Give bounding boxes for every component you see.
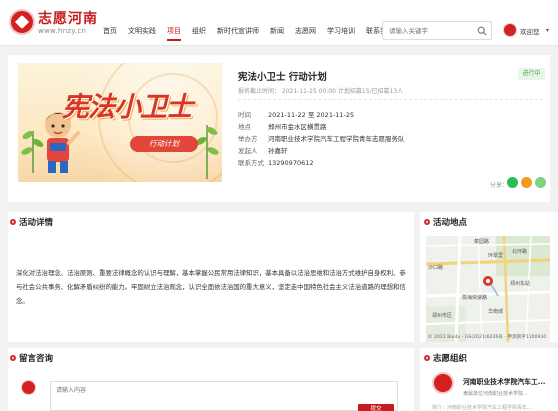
organization-desc: 隶属单位河南职业技术学院... <box>463 391 528 397</box>
location-heading: 活动地点 <box>433 218 468 228</box>
info-row-initiator: 发起人 孙嘉轩 <box>238 147 288 155</box>
search-input[interactable] <box>383 22 475 39</box>
nav-item-volunteer-net[interactable]: 志愿网 <box>295 24 316 38</box>
info-row-location: 地点 郑州市金水区横贯路 <box>238 123 327 131</box>
weibo-share-icon[interactable] <box>521 177 532 188</box>
details-heading: 活动详情 <box>19 218 54 228</box>
section-bullet-icon <box>10 219 16 225</box>
comment-box <box>50 381 398 411</box>
nav-item-training[interactable]: 学习培训 <box>327 24 355 38</box>
info-row-host: 举办方 河南职业技术学院汽车工程学院青年志愿服务队 <box>238 135 405 143</box>
welcome-text[interactable]: 欢迎您 <box>520 26 540 36</box>
main-nav: 首页 文明实践 项目 组织 新时代宣讲师 新闻 志愿网 学习培训 联系我们 <box>103 24 405 41</box>
site-title[interactable]: 志愿河南 <box>38 8 98 28</box>
nav-item-organizations[interactable]: 组织 <box>192 24 206 38</box>
organization-extra: 简介：河南职业技术学院汽车工程学院青年... <box>432 405 532 411</box>
organization-name[interactable]: 河南职业技术学院汽车工... <box>463 376 549 386</box>
search-icon[interactable] <box>477 26 487 36</box>
info-row-time: 时间 2021-11-22 至 2021-11-25 <box>238 111 355 119</box>
info-row-contact: 联系方式 13290970612 <box>238 159 314 167</box>
site-header: 志愿河南 www.hnzy.cn 首页 文明实践 项目 组织 新时代宣讲师 新闻… <box>0 0 558 46</box>
nav-item-civilization[interactable]: 文明实践 <box>128 24 156 38</box>
user-avatar <box>21 380 36 395</box>
section-bullet-icon <box>424 355 430 361</box>
nav-item-home[interactable]: 首页 <box>103 24 117 38</box>
nav-item-projects[interactable]: 项目 <box>167 24 181 41</box>
project-title: 宪法小卫士 行动计划 <box>238 72 327 83</box>
poster-title: 宪法小卫士 <box>62 92 193 123</box>
poster-subtitle: 行动计划 <box>130 136 198 152</box>
chevron-down-icon[interactable]: ▾ <box>546 27 549 34</box>
location-map[interactable]: 菜园路 环翠里 沙口路 陇海快速路 郑州东站 郑州市区 华南城 北环路 <box>426 236 550 342</box>
comment-input[interactable] <box>51 382 397 410</box>
wechat-share-icon[interactable] <box>507 177 518 188</box>
organization-logo-icon[interactable] <box>432 372 454 394</box>
status-badge: 进行中 <box>518 68 545 80</box>
search-box <box>382 21 492 40</box>
share-label: 分享： <box>490 182 509 189</box>
plant-icon <box>195 125 219 179</box>
organization-heading: 志愿组织 <box>433 354 468 364</box>
nav-item-lecturers[interactable]: 新时代宣讲师 <box>217 24 259 38</box>
project-poster: 宪法小卫士 行动计划 <box>18 63 222 182</box>
details-text: 深化对法治理念、法治原则、重要法律概念的认识与理解，基本掌握公民常用法律知识，基… <box>16 269 406 305</box>
section-bullet-icon <box>424 219 430 225</box>
map-credit: © 2021 Baidu - GS(2021)6026号 - 甲测资字11009… <box>428 335 547 340</box>
site-logo-icon[interactable] <box>9 9 35 35</box>
section-bullet-icon <box>10 355 16 361</box>
moments-share-icon[interactable] <box>535 177 546 188</box>
user-avatar[interactable] <box>503 23 517 37</box>
submit-button[interactable]: 提交 <box>358 404 394 411</box>
project-meta: 报名截止时间： 2021-11-25 00:00 计划招募15/已招募13人 <box>238 88 404 95</box>
divider <box>238 99 543 100</box>
comments-heading: 留言咨询 <box>19 354 54 364</box>
nav-item-news[interactable]: 新闻 <box>270 24 284 38</box>
project-card: 宪法小卫士 行动计划 宪法小卫士 行动计划 报名截止时间： 2021-11-25… <box>8 55 550 202</box>
site-url: www.hnzy.cn <box>38 27 87 35</box>
